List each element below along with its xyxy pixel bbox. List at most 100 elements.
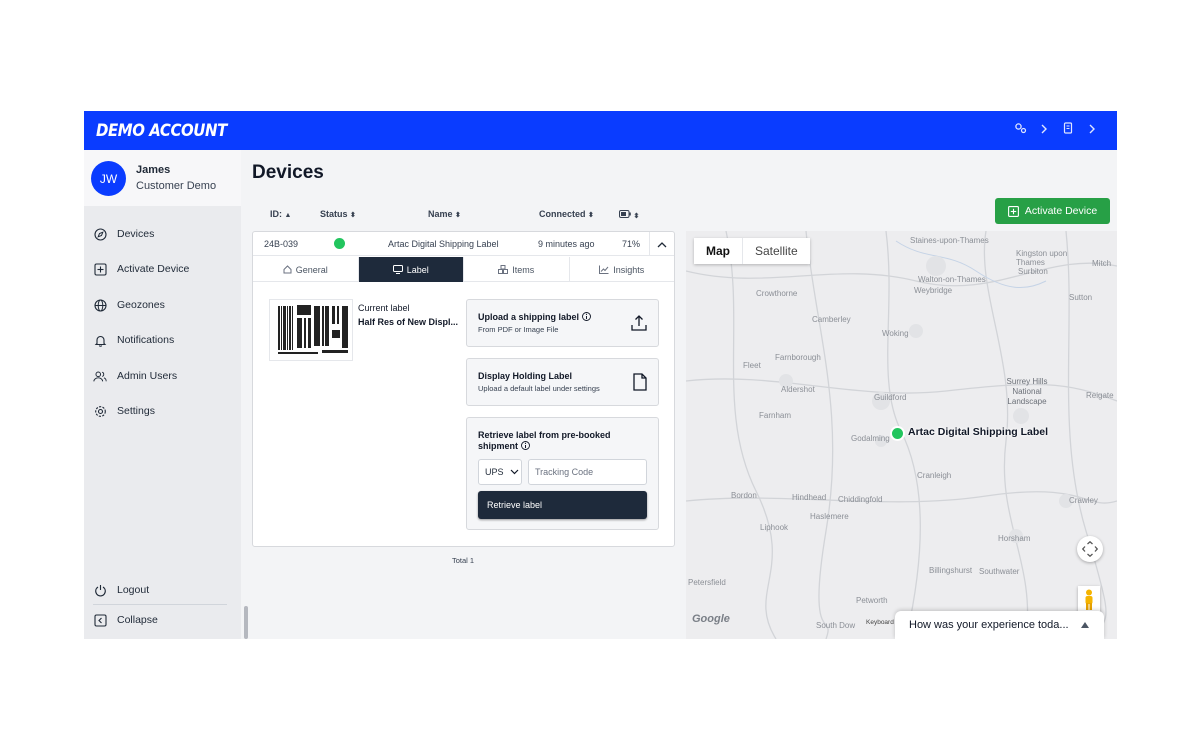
map-town-label: Reigate — [1086, 391, 1114, 400]
collapse-button[interactable]: Collapse — [93, 609, 233, 631]
holding-title: Display Holding Label — [478, 371, 573, 381]
sidebar-item-notifications[interactable]: Notifications — [93, 329, 233, 351]
device-tabs: General Label Items Insights — [253, 257, 674, 282]
activate-device-button[interactable]: Activate Device — [995, 198, 1110, 224]
retrieve-label-button[interactable]: Retrieve label — [478, 491, 647, 519]
feedback-widget[interactable]: How was your experience toda... — [895, 611, 1104, 639]
sidebar-scrollbar[interactable] — [244, 606, 248, 639]
map-town-label: Mitch — [1092, 259, 1112, 268]
table-header: ID: ▲ Status ⬍ Name ⬍ Connected ⬍ ⬍ — [252, 209, 674, 223]
user-name: James — [136, 164, 171, 176]
chevron-down-icon — [510, 469, 518, 475]
tab-label: Items — [512, 264, 535, 275]
map[interactable]: Staines-upon-Thames Kingston upon Thames… — [686, 231, 1117, 639]
carrier-select[interactable]: UPS — [478, 459, 522, 485]
map-town-label: Fleet — [743, 361, 761, 370]
document-icon — [632, 373, 648, 396]
sort-icon: ⬍ — [455, 212, 461, 219]
triangle-up-icon — [1081, 622, 1089, 628]
chevron-up-icon — [657, 241, 667, 247]
logout-label: Logout — [117, 584, 150, 596]
map-town-label: Staines-upon-Thames — [910, 236, 989, 245]
retrieve-title: Retrieve label from pre-booked shipment — [478, 430, 628, 452]
row-collapse-button[interactable] — [649, 232, 674, 256]
logout-button[interactable]: Logout — [93, 579, 233, 601]
sidebar-item-activate-device[interactable]: Activate Device — [93, 258, 233, 280]
tab-items[interactable]: Items — [464, 257, 570, 282]
device-icon[interactable] — [1061, 122, 1075, 137]
collapse-label: Collapse — [117, 614, 158, 626]
map-town-label: Camberley — [812, 315, 851, 324]
tracking-placeholder: Tracking Code — [535, 467, 594, 477]
power-icon — [93, 583, 107, 597]
map-town-label: Chiddingfold — [838, 495, 883, 504]
collapse-icon — [93, 613, 107, 627]
bell-icon — [93, 333, 107, 347]
map-town-label: Hindhead — [792, 493, 827, 502]
column-name-label: Name — [428, 209, 453, 219]
device-battery: 71% — [622, 239, 641, 249]
sidebar-item-devices[interactable]: Devices — [93, 223, 233, 245]
map-type-satellite[interactable]: Satellite — [742, 238, 810, 264]
retrieve-label-option: Retrieve label from pre-booked shipment … — [466, 417, 659, 530]
sidebar-item-label: Devices — [117, 228, 155, 240]
sidebar-item-settings[interactable]: Settings — [93, 400, 233, 422]
sort-icon: ⬍ — [633, 213, 640, 220]
google-logo: Google — [692, 613, 730, 625]
column-battery[interactable]: ⬍ — [619, 210, 639, 220]
home-icon — [283, 265, 292, 274]
feedback-text: How was your experience toda... — [909, 619, 1069, 631]
globe-icon — [93, 298, 107, 312]
label-thumbnail[interactable] — [269, 299, 353, 361]
table-row[interactable]: 24B-039 Artac Digital Shipping Label 9 m… — [253, 232, 674, 256]
column-connected[interactable]: Connected ⬍ — [539, 209, 594, 219]
map-type-map[interactable]: Map — [694, 238, 742, 264]
retrieve-title-text: Retrieve label from pre-booked shipment — [478, 430, 611, 451]
settings-cogs-icon[interactable] — [1013, 122, 1027, 137]
plus-square-icon — [1007, 205, 1019, 217]
holding-label-option[interactable]: Display Holding Label Upload a default l… — [466, 358, 659, 406]
user-org: Customer Demo — [136, 180, 217, 192]
chevron-right-icon[interactable] — [1037, 122, 1051, 137]
tab-general[interactable]: General — [253, 257, 359, 282]
column-status[interactable]: Status ⬍ — [320, 209, 356, 219]
user-profile[interactable]: JW James Customer Demo — [84, 150, 241, 206]
map-town-label: Woking — [882, 329, 909, 338]
gear-icon — [93, 404, 107, 418]
chevron-right-icon[interactable] — [1085, 122, 1099, 137]
map-town-label: Farnham — [759, 411, 792, 420]
upload-title-text: Upload a shipping label — [478, 312, 580, 322]
map-town-label: Farnborough — [775, 353, 821, 362]
activate-device-label: Activate Device — [1024, 205, 1098, 217]
sidebar-item-label: Notifications — [117, 334, 175, 346]
tracking-code-input[interactable]: Tracking Code — [528, 459, 647, 485]
map-pan-control[interactable] — [1077, 536, 1103, 562]
column-id[interactable]: ID: ▲ — [270, 209, 291, 219]
pegman-icon — [1085, 589, 1093, 610]
info-icon[interactable] — [581, 312, 591, 321]
device-map-label: Artac Digital Shipping Label — [908, 426, 1049, 438]
device-map-marker[interactable] — [892, 428, 903, 439]
map-town-label: Walton-on-Thames — [918, 275, 986, 284]
battery-icon — [619, 210, 631, 218]
street-view-pegman[interactable] — [1078, 586, 1100, 614]
map-town-label: Godalming — [851, 434, 890, 443]
sidebar: JW James Customer Demo Devices Activate … — [84, 150, 241, 639]
sidebar-item-admin-users[interactable]: Admin Users — [93, 365, 233, 387]
map-type-toggle: Map Satellite — [694, 238, 810, 264]
map-town-label: South Dow — [816, 621, 856, 630]
upload-icon — [630, 314, 648, 337]
map-town-label: Kingston upon Thames — [1016, 249, 1068, 267]
tab-insights[interactable]: Insights — [570, 257, 675, 282]
tab-label[interactable]: Label — [358, 257, 464, 282]
map-town-label: Crowthorne — [756, 289, 798, 298]
column-name[interactable]: Name ⬍ — [428, 209, 461, 219]
users-icon — [93, 369, 107, 383]
map-attribution[interactable]: Keyboard — [866, 619, 894, 626]
avatar[interactable]: JW — [91, 161, 126, 196]
sidebar-item-geozones[interactable]: Geozones — [93, 294, 233, 316]
map-town-label: Weybridge — [914, 286, 953, 295]
info-icon[interactable] — [520, 441, 530, 450]
sidebar-item-label: Activate Device — [117, 263, 190, 275]
upload-label-option[interactable]: Upload a shipping label From PDF or Imag… — [466, 299, 659, 347]
